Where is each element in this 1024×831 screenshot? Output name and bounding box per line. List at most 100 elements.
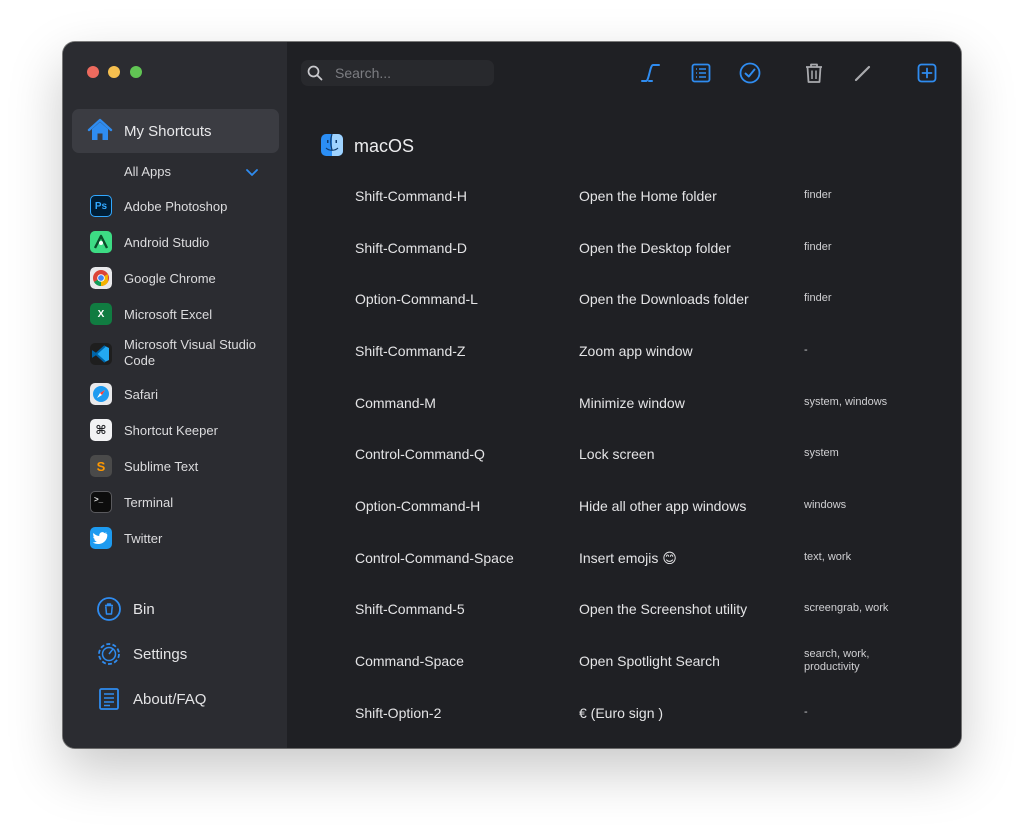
sidebar-item-label: Android Studio — [124, 235, 210, 250]
close-window-button[interactable] — [87, 66, 99, 78]
shortcut-keys: Control-Command-Space — [355, 550, 514, 566]
sidebar-item-label: Adobe Photoshop — [124, 199, 228, 214]
minimize-window-button[interactable] — [108, 66, 120, 78]
shortcut-keys: Option-Command-H — [355, 498, 481, 514]
shortcut-keys: Shift-Command-Z — [355, 343, 466, 359]
shortcut-tags: text, work — [804, 551, 852, 563]
shortcut-keys: Command-M — [355, 395, 436, 411]
table-row[interactable]: Command-M Minimize window system, window… — [287, 376, 961, 428]
app-window: My Shortcuts All Apps Ps Adobe Photoshop — [63, 42, 961, 748]
shortcut-description: Open the Downloads folder — [579, 291, 749, 307]
gear-icon — [96, 641, 122, 667]
shortcut-tags: finder — [804, 189, 832, 201]
sidebar-item-label: Shortcut Keeper — [124, 423, 218, 438]
trash-icon — [96, 596, 122, 622]
shortcut-keys: Shift-Command-5 — [355, 601, 465, 617]
table-row[interactable]: Option-Command-L Open the Downloads fold… — [287, 272, 961, 324]
shortcut-keeper-icon: ⌘ — [90, 419, 112, 441]
sidebar-item-safari[interactable]: Safari — [63, 376, 287, 412]
vscode-icon — [90, 343, 112, 365]
sidebar-item-my-shortcuts[interactable]: My Shortcuts — [72, 109, 279, 153]
shortcut-tags: screengrab, work — [804, 602, 889, 614]
home-icon — [87, 118, 113, 142]
search-input[interactable] — [335, 63, 485, 83]
table-row[interactable]: Shift-Option-2 € (Euro sign ) - — [287, 686, 961, 738]
photoshop-icon: Ps — [90, 195, 112, 217]
android-studio-icon — [90, 231, 112, 253]
sidebar-item-about[interactable]: About/FAQ — [63, 681, 287, 717]
sidebar-item-twitter[interactable]: Twitter — [63, 520, 287, 556]
sidebar: My Shortcuts All Apps Ps Adobe Photoshop — [63, 42, 287, 748]
sidebar-item-label: Microsoft Visual Studio Code — [124, 337, 256, 368]
shortcut-keys: Shift-Command-H — [355, 188, 468, 204]
table-row[interactable]: Command-Space Open Spotlight Search sear… — [287, 634, 961, 686]
chevron-down-icon[interactable] — [245, 165, 259, 176]
sidebar-item-label: Bin — [133, 601, 155, 618]
twitter-icon — [90, 527, 112, 549]
trash-icon[interactable] — [802, 61, 826, 85]
sidebar-item-label: Google Chrome — [124, 271, 216, 286]
shortcut-tags: finder — [804, 241, 832, 253]
shortcut-tags: finder — [804, 292, 832, 304]
shortcut-keys: Shift-Option-2 — [355, 705, 442, 721]
sidebar-item-android-studio[interactable]: Android Studio — [63, 224, 287, 260]
list-icon[interactable] — [689, 61, 713, 85]
app-filter-dropdown[interactable]: All Apps — [124, 164, 171, 179]
pencil-icon[interactable] — [851, 61, 875, 85]
finder-icon — [321, 134, 343, 156]
table-row[interactable]: Shift-Command-Z Zoom app window - — [287, 324, 961, 376]
sidebar-item-label: Sublime Text — [124, 459, 199, 474]
chrome-icon — [90, 267, 112, 289]
sidebar-item-adobe-photoshop[interactable]: Ps Adobe Photoshop — [63, 188, 287, 224]
sidebar-item-microsoft-visual-studio-code[interactable]: Microsoft Visual Studio Code — [63, 332, 287, 376]
shortcut-description: € (Euro sign ) — [579, 705, 664, 721]
shortcut-description: Zoom app window — [579, 343, 693, 359]
sidebar-item-settings[interactable]: Settings — [63, 636, 287, 672]
shortcut-tags: - — [804, 344, 808, 356]
shortcut-description: Open the Home folder — [579, 188, 717, 204]
shortcut-description: Open Spotlight Search — [579, 653, 720, 669]
shortcut-description: Insert emojis 😊 — [579, 550, 677, 566]
table-row[interactable]: Control-Command-Space Insert emojis 😊 te… — [287, 531, 961, 583]
search-icon — [307, 65, 323, 81]
terminal-icon: >_ — [90, 491, 112, 513]
table-row[interactable]: Option-Command-H Hide all other app wind… — [287, 479, 961, 531]
safari-icon — [90, 383, 112, 405]
sidebar-item-sublime-text[interactable]: S Sublime Text — [63, 448, 287, 484]
section-title: macOS — [354, 136, 415, 156]
shortcut-tags: search, work, productivity — [804, 648, 870, 673]
sidebar-item-bin[interactable]: Bin — [63, 591, 287, 627]
table-row[interactable]: Shift-Command-H Open the Home folder fin… — [287, 169, 961, 221]
shortcut-description: Open the Desktop folder — [579, 240, 731, 256]
main-content: macOS Shift-Command-H Open the Home fold… — [287, 42, 961, 748]
document-icon — [96, 686, 122, 712]
sidebar-item-shortcut-keeper[interactable]: ⌘ Shortcut Keeper — [63, 412, 287, 448]
add-icon[interactable] — [915, 61, 939, 85]
shortcut-curve-icon[interactable] — [639, 61, 663, 85]
shortcut-description: Lock screen — [579, 446, 655, 462]
search-field[interactable] — [301, 60, 494, 86]
sublime-text-icon: S — [90, 455, 112, 477]
table-row[interactable]: Shift-Command-D Open the Desktop folder … — [287, 221, 961, 273]
app-list[interactable]: Ps Adobe Photoshop Android Studio Google… — [63, 188, 287, 556]
excel-icon: X — [90, 303, 112, 325]
shortcut-keys: Command-Space — [355, 653, 464, 669]
shortcut-keys: Shift-Command-D — [355, 240, 468, 256]
checkmark-circle-icon[interactable] — [738, 61, 762, 85]
table-row[interactable]: Shift-Command-5 Open the Screenshot util… — [287, 582, 961, 634]
shortcut-keys: Control-Command-Q — [355, 446, 485, 462]
shortcut-tags: system — [804, 447, 839, 459]
shortcut-description: Open the Screenshot utility — [579, 601, 748, 617]
zoom-window-button[interactable] — [130, 66, 142, 78]
shortcut-keys: Option-Command-L — [355, 291, 478, 307]
shortcut-description: Minimize window — [579, 395, 685, 411]
sidebar-item-label: Microsoft Excel — [124, 307, 213, 322]
table-row[interactable]: Control-Command-Q Lock screen system — [287, 427, 961, 479]
shortcut-description: Hide all other app windows — [579, 498, 747, 514]
sidebar-item-google-chrome[interactable]: Google Chrome — [63, 260, 287, 296]
sidebar-item-terminal[interactable]: >_ Terminal — [63, 484, 287, 520]
sidebar-item-label: My Shortcuts — [124, 123, 212, 140]
shortcut-tags: - — [804, 706, 808, 718]
sidebar-item-label: Twitter — [124, 531, 163, 546]
sidebar-item-microsoft-excel[interactable]: X Microsoft Excel — [63, 296, 287, 332]
